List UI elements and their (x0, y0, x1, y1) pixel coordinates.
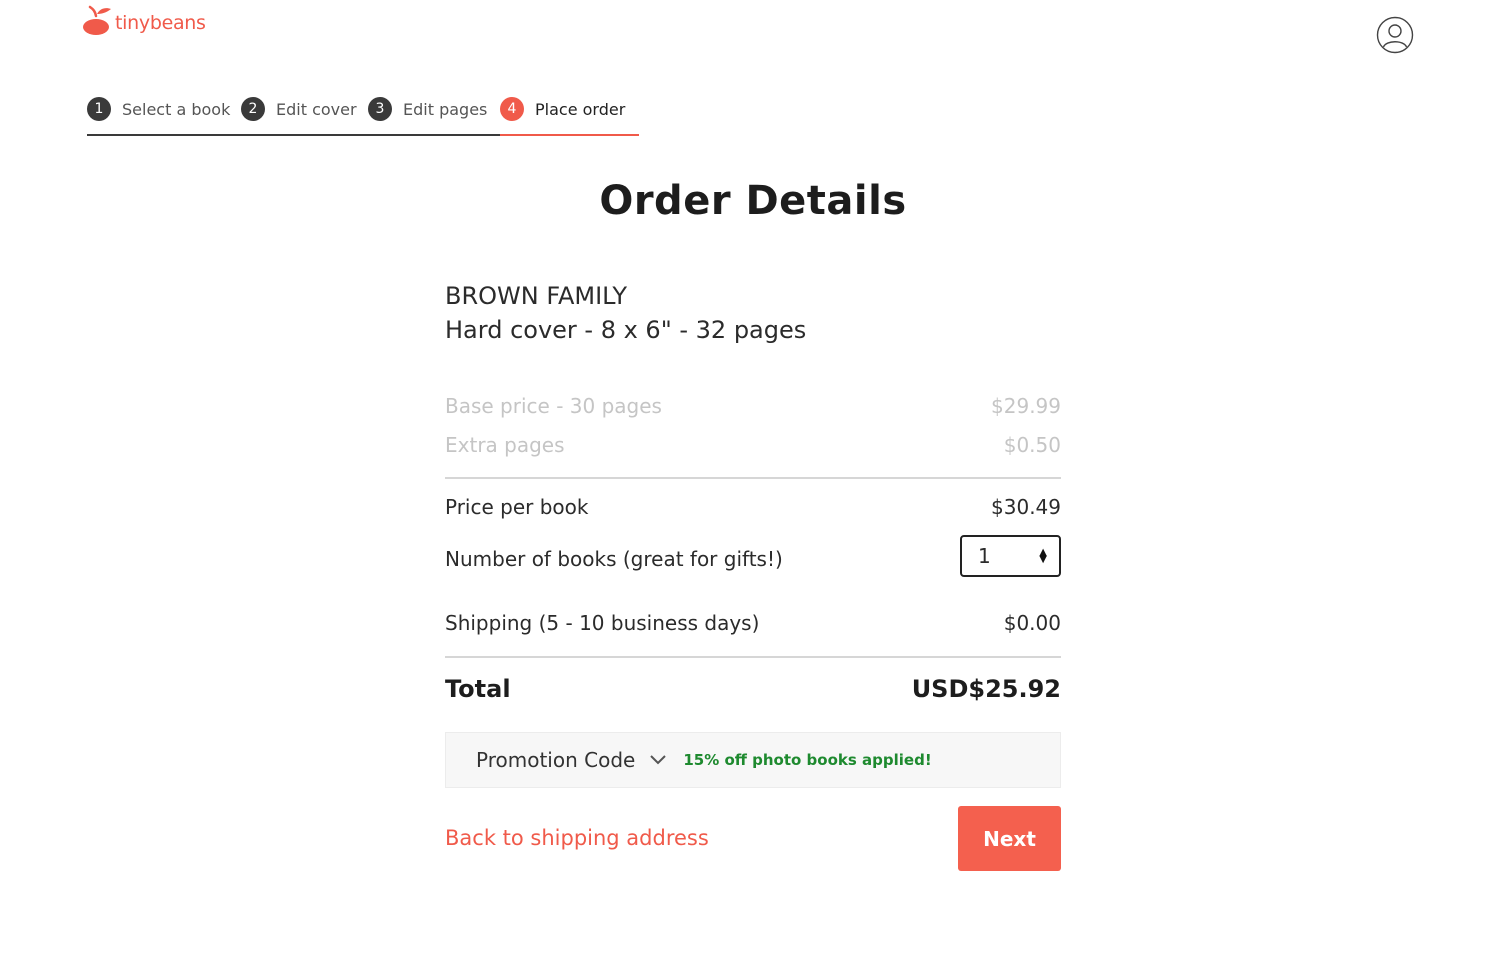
book-spec: Hard cover - 8 x 6" - 32 pages (445, 316, 807, 344)
quantity-row: Number of books (great for gifts!) 1 ▲ ▼ (445, 535, 1061, 577)
back-to-shipping-link[interactable]: Back to shipping address (445, 826, 709, 850)
page-title: Order Details (599, 178, 907, 224)
order-details-page: tinybeans 1 Select a book 2 Edit cover 3… (0, 0, 1500, 971)
chevron-down-icon[interactable] (649, 754, 667, 766)
price-per-book-value: $30.49 (991, 495, 1061, 519)
divider (445, 656, 1061, 658)
step-label: Edit cover (276, 99, 357, 119)
promotion-applied-message: 15% off photo books applied! (683, 751, 932, 769)
quantity-value: 1 (978, 544, 991, 568)
base-price-value: $29.99 (991, 394, 1061, 418)
step-number: 4 (500, 97, 524, 121)
step-select-book[interactable]: 1 Select a book (87, 96, 230, 122)
book-name: BROWN FAMILY (445, 282, 627, 310)
extra-pages-label: Extra pages (445, 433, 565, 457)
step-place-order[interactable]: 4 Place order (500, 96, 625, 122)
total-value: USD$25.92 (911, 675, 1061, 703)
promotion-code-section: Promotion Code 15% off photo books appli… (445, 732, 1061, 788)
price-per-book-row: Price per book $30.49 (445, 495, 1061, 519)
extra-pages-value: $0.50 (1003, 433, 1061, 457)
shipping-row: Shipping (5 - 10 business days) $0.00 (445, 611, 1061, 635)
step-number: 2 (241, 97, 265, 121)
extra-pages-row: Extra pages $0.50 (445, 433, 1061, 457)
step-edit-pages[interactable]: 3 Edit pages (368, 96, 487, 122)
user-avatar-icon[interactable] (1376, 16, 1414, 54)
total-label: Total (445, 675, 511, 703)
active-step-underline (500, 134, 639, 136)
shipping-value: $0.00 (1003, 611, 1061, 635)
next-button[interactable]: Next (958, 806, 1061, 871)
base-price-label: Base price - 30 pages (445, 394, 662, 418)
step-label: Select a book (122, 99, 231, 119)
up-down-arrows-icon: ▲ ▼ (1039, 547, 1047, 565)
shipping-label: Shipping (5 - 10 business days) (445, 611, 760, 635)
step-label: Place order (535, 99, 626, 119)
promotion-code-toggle[interactable]: Promotion Code (476, 748, 635, 772)
order-summary: BROWN FAMILY Hard cover - 8 x 6" - 32 pa… (445, 282, 1061, 871)
divider (445, 477, 1061, 479)
step-number: 3 (368, 97, 392, 121)
quantity-stepper[interactable]: 1 ▲ ▼ (960, 535, 1061, 577)
step-label: Edit pages (403, 99, 488, 119)
quantity-label: Number of books (great for gifts!) (445, 547, 783, 571)
total-row: Total USD$25.92 (445, 675, 1061, 703)
checkout-stepper: 1 Select a book 2 Edit cover 3 Edit page… (87, 96, 639, 136)
price-per-book-label: Price per book (445, 495, 589, 519)
base-price-row: Base price - 30 pages $29.99 (445, 394, 1061, 418)
tinybeans-logo[interactable]: tinybeans (82, 4, 206, 36)
step-edit-cover[interactable]: 2 Edit cover (241, 96, 357, 122)
cherry-logo-icon (83, 5, 111, 35)
logo-text: tinybeans (115, 12, 206, 34)
step-number: 1 (87, 97, 111, 121)
